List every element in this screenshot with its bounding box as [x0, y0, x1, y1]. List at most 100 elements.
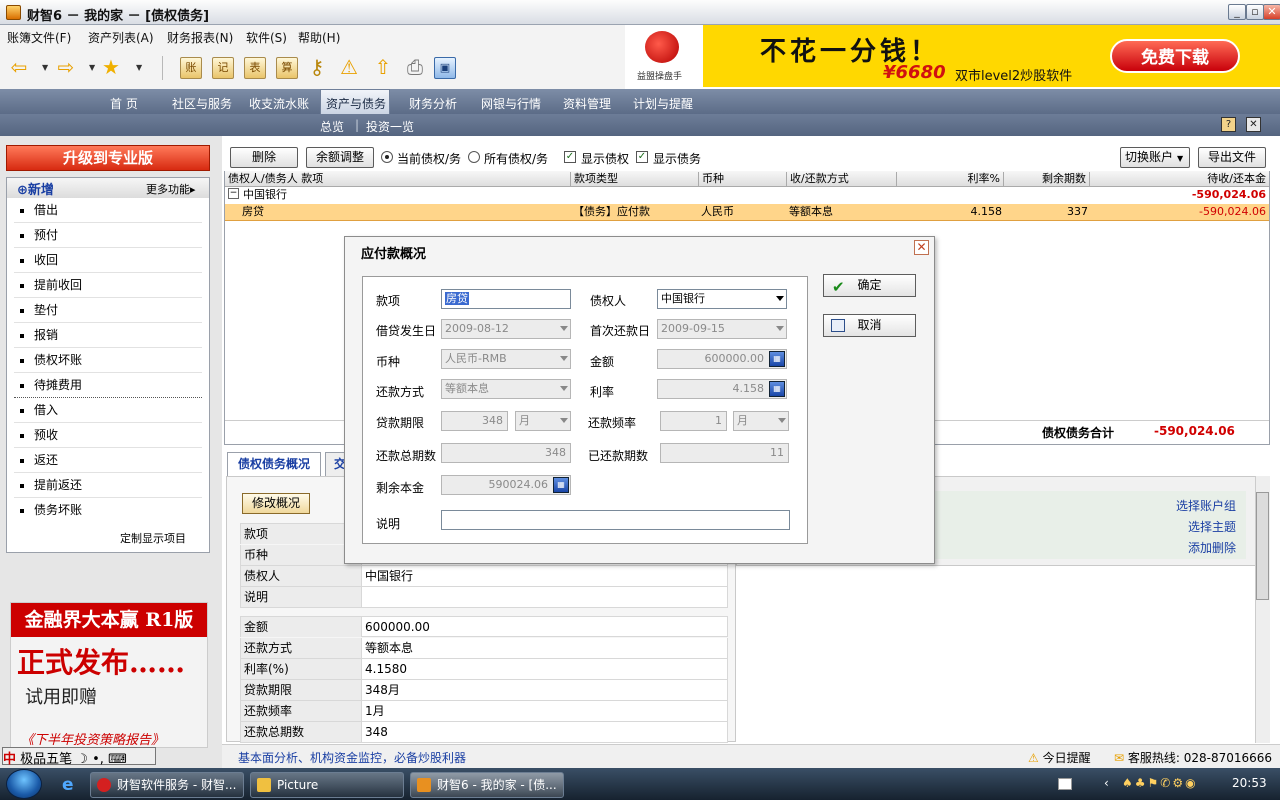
tray-expand-icon[interactable]: ‹ — [1104, 776, 1109, 790]
col-rate[interactable]: 利率% — [897, 172, 1004, 187]
select-theme-link[interactable]: 选择主题 — [1188, 518, 1236, 535]
keys-icon[interactable]: ⚷ — [306, 56, 328, 78]
taskbar-item-caizhi[interactable]: 财智6 - 我的家 - [债... — [410, 772, 564, 798]
taskbar-item-picture[interactable]: Picture — [250, 772, 404, 798]
warning-icon[interactable]: ⚠ — [338, 56, 360, 78]
ime-bar[interactable]: 中 极品五笔 ☽ •, ⌨ — [2, 747, 156, 767]
calculator-icon[interactable]: ▦ — [553, 477, 569, 493]
menu-help[interactable]: 帮助(H) — [298, 29, 340, 46]
paid-periods-field[interactable]: 11 — [660, 443, 789, 463]
minimize-button[interactable]: _ — [1228, 4, 1246, 20]
collapse-icon[interactable]: − — [228, 188, 239, 199]
switch-account-dropdown[interactable]: 切换账户 ▼ — [1120, 147, 1190, 168]
sidebar-item-borrow[interactable]: 借入 — [14, 398, 202, 423]
sidebar-item-early-collect[interactable]: 提前收回 — [14, 273, 202, 298]
sidebar-item-advance[interactable]: 垫付 — [14, 298, 202, 323]
table-row[interactable]: 房贷 【债务】应付款 人民币 等额本息 4.158 337 -590,024.0… — [225, 204, 1269, 221]
nav-tab-banking[interactable]: 网银与行情 — [481, 95, 541, 112]
back-arrow-icon[interactable]: ⇦ — [8, 56, 30, 78]
sidebar-item-prepay[interactable]: 预付 — [14, 223, 202, 248]
nav-tab-analysis[interactable]: 财务分析 — [409, 95, 457, 112]
col-principal[interactable]: 待收/还本金 — [1090, 172, 1269, 187]
col-party-item[interactable]: 债权人/债务人 款项 — [225, 172, 571, 187]
report-icon[interactable]: 表 — [244, 57, 266, 79]
language-flag-icon[interactable] — [1058, 778, 1072, 790]
note-field[interactable] — [441, 510, 790, 530]
nav-tab-ledger[interactable]: 收支流水账 — [249, 95, 309, 112]
more-functions-button[interactable]: 更多功能▸ — [146, 181, 196, 197]
tab-overview[interactable]: 债权债务概况 — [227, 452, 322, 476]
loan-date-picker[interactable]: 2009-08-12 — [441, 319, 571, 339]
radio-all[interactable] — [468, 151, 480, 163]
banner-ad[interactable]: 益盟操盘手 不花一分钱！ ¥6680 双市level2炒股软件 免费下载 — [625, 25, 1280, 87]
start-button[interactable] — [6, 769, 42, 799]
maximize-button[interactable]: ▫ — [1246, 4, 1264, 20]
ime-dot-icon[interactable]: •, — [92, 752, 104, 767]
sidebar-item-collect[interactable]: 收回 — [14, 248, 202, 273]
sidebar-item-lend[interactable]: 借出 — [14, 198, 202, 223]
method-select[interactable]: 等额本息 — [441, 379, 571, 399]
col-remaining[interactable]: 剩余期数 — [1004, 172, 1090, 187]
menu-reports[interactable]: 财务报表(N) — [167, 29, 233, 46]
forward-arrow-icon[interactable]: ⇨ — [55, 56, 77, 78]
item-field[interactable]: 房贷 — [441, 289, 571, 309]
nav-tab-data[interactable]: 资料管理 — [563, 95, 611, 112]
amount-field[interactable]: 600000.00 ▦ — [657, 349, 787, 369]
sidebar-item-bad-debt[interactable]: 债务坏账 — [14, 498, 202, 523]
dialog-close-icon[interactable]: ✕ — [914, 240, 929, 255]
ie-icon[interactable]: e — [62, 775, 74, 795]
nav-tab-home[interactable]: 首 页 — [110, 95, 138, 112]
favorite-dropdown-icon[interactable]: ▼ — [136, 63, 142, 72]
calculator-icon[interactable]: 算 — [276, 57, 298, 79]
sidebar-item-reimburse[interactable]: 报销 — [14, 323, 202, 348]
balance-adjust-button[interactable]: 余额调整 — [306, 147, 374, 168]
ime-keyboard-icon[interactable]: ⌨ — [108, 752, 127, 767]
help-icon[interactable]: ? — [1221, 117, 1236, 132]
subnav-investments[interactable]: 投资一览 — [366, 118, 414, 135]
taskbar-item-service[interactable]: 财智软件服务 - 财智... — [90, 772, 244, 798]
modify-overview-button[interactable]: 修改概况 — [242, 493, 310, 514]
clock[interactable]: 20:53 — [1232, 776, 1267, 790]
export-button[interactable]: 导出文件 — [1198, 147, 1266, 168]
customize-display-link[interactable]: 定制显示项目 — [120, 530, 186, 546]
menu-file[interactable]: 账簿文件(F) — [7, 29, 71, 46]
term-unit-select[interactable]: 月 — [515, 411, 571, 431]
sidebar-item-deferred[interactable]: 待摊费用 — [14, 373, 202, 398]
side-ad[interactable]: 金融界大本赢 R1版 正式发布…… 试用即赠 《下半年投资策略报告》 — [10, 602, 208, 748]
freq-unit-select[interactable]: 月 — [733, 411, 789, 431]
nav-tab-assets[interactable]: 资产与债务 — [326, 95, 386, 112]
menu-assets[interactable]: 资产列表(A) — [88, 29, 154, 46]
calculator-icon[interactable]: ▦ — [769, 351, 785, 367]
window-icon[interactable]: ▣ — [434, 57, 456, 79]
checkbox-show-debt[interactable]: ✓ — [636, 151, 648, 163]
sidebar-item-prereceive[interactable]: 预收 — [14, 423, 202, 448]
principal-field[interactable]: 590024.06 ▦ — [441, 475, 571, 495]
tray-icons[interactable]: ♠♣⚑✆⚙◉ — [1122, 776, 1198, 790]
col-method[interactable]: 收/还款方式 — [787, 172, 897, 187]
subnav-overview[interactable]: 总览 — [320, 118, 344, 135]
term-field[interactable]: 348 — [441, 411, 508, 431]
scrollbar-thumb[interactable] — [1256, 492, 1269, 600]
total-periods-field[interactable]: 348 — [441, 443, 571, 463]
col-item-type[interactable]: 款项类型 — [571, 172, 699, 187]
print-icon[interactable]: ⎙ — [404, 56, 426, 78]
back-dropdown-icon[interactable]: ▼ — [42, 63, 48, 72]
panel-close-icon[interactable]: ✕ — [1246, 117, 1261, 132]
upgrade-button[interactable]: 升级到专业版 — [6, 145, 210, 171]
add-new-button[interactable]: ⊕新增 — [17, 179, 54, 198]
banner-download-button[interactable]: 免费下载 — [1110, 39, 1240, 73]
nav-tab-plans[interactable]: 计划与提醒 — [633, 95, 693, 112]
upload-icon[interactable]: ⇧ — [372, 56, 394, 78]
today-reminder[interactable]: ⚠ 今日提醒 — [1028, 749, 1091, 766]
nav-tab-community[interactable]: 社区与服务 — [172, 95, 232, 112]
close-button[interactable]: ✕ — [1263, 4, 1280, 20]
currency-select[interactable]: 人民币-RMB — [441, 349, 571, 369]
rate-field[interactable]: 4.158 ▦ — [657, 379, 787, 399]
group-row[interactable]: − 中国银行 -590,024.06 — [225, 187, 1269, 203]
freq-field[interactable]: 1 — [660, 411, 727, 431]
first-pay-picker[interactable]: 2009-09-15 — [657, 319, 787, 339]
add-remove-link[interactable]: 添加删除 — [1188, 539, 1236, 556]
forward-dropdown-icon[interactable]: ▼ — [89, 63, 95, 72]
ok-button[interactable]: ✔ 确定 — [823, 274, 916, 297]
creditor-select[interactable]: 中国银行 — [657, 289, 787, 309]
